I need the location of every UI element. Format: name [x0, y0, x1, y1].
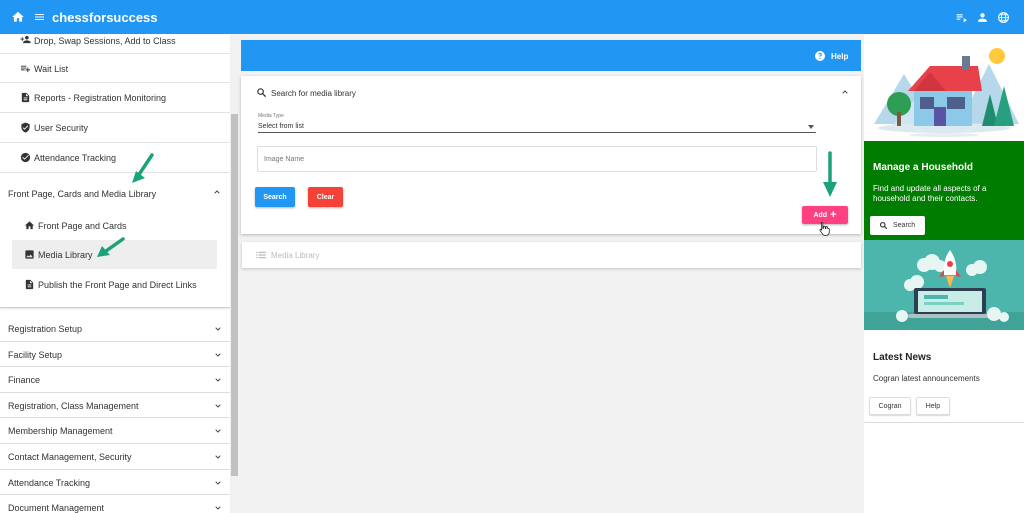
- clear-button[interactable]: Clear: [308, 187, 343, 207]
- sidebar-item-wait-list[interactable]: Wait List: [0, 53, 230, 83]
- top-app-bar: chessforsuccess: [0, 0, 1024, 34]
- sidebar-item-label: User Security: [34, 123, 89, 133]
- news-title: Latest News: [873, 352, 932, 363]
- home-icon[interactable]: [11, 10, 25, 24]
- hand-pointer-cursor-icon: [819, 222, 830, 236]
- search-icon: [257, 88, 267, 98]
- check-circle-icon: [20, 152, 31, 163]
- sidebar-item-label: Drop, Swap Sessions, Add to Class: [34, 36, 176, 46]
- menu-icon[interactable]: [33, 11, 46, 23]
- section-label: Facility Setup: [8, 349, 63, 360]
- language-globe-icon[interactable]: [997, 11, 1010, 24]
- annotation-arrow-icon: [823, 151, 837, 197]
- sidebar-item-attendance[interactable]: Attendance Tracking: [0, 143, 230, 173]
- scrollbar-thumb[interactable]: [231, 114, 238, 476]
- rocket-laptop-illustration: [864, 240, 1024, 330]
- section-label: Finance: [8, 375, 41, 386]
- news-description: Cogran latest announcements: [873, 374, 980, 383]
- playlist-icon[interactable]: [955, 11, 968, 24]
- document-icon: [25, 279, 34, 290]
- sidebar-item-reports[interactable]: Reports - Registration Monitoring: [0, 83, 230, 113]
- search-button[interactable]: Search: [255, 187, 295, 207]
- sidebar-scrollbar[interactable]: [230, 34, 239, 513]
- section-registration-setup[interactable]: Registration Setup: [0, 316, 230, 342]
- help-bar: Help: [241, 40, 861, 71]
- media-type-value: Select from list: [258, 123, 304, 130]
- section-registration-class-management[interactable]: Registration, Class Management: [0, 393, 230, 419]
- chevron-down-icon: [215, 480, 221, 485]
- plus-icon: +: [830, 209, 837, 221]
- section-label: Membership Management: [8, 426, 113, 437]
- dropdown-arrow-icon: [808, 125, 814, 129]
- sidebar-item-label: Attendance Tracking: [34, 153, 117, 163]
- add-button-label: Add: [813, 212, 828, 219]
- section-label: Attendance Tracking: [8, 477, 91, 488]
- household-description: Find and update all aspects of a househo…: [873, 184, 987, 203]
- section-contact-management-security[interactable]: Contact Management, Security: [0, 444, 230, 470]
- sidebar-item-label: Publish the Front Page and Direct Links: [38, 280, 197, 290]
- person-add-icon: [20, 35, 31, 44]
- section-facility-setup[interactable]: Facility Setup: [0, 342, 230, 368]
- media-type-label: Media Type: [258, 113, 284, 119]
- media-library-label: Media Library: [271, 251, 320, 260]
- help-label[interactable]: Help: [831, 52, 848, 61]
- manage-household-card: Manage a Household Find and update all a…: [864, 141, 1024, 240]
- house-illustration: [864, 34, 1024, 141]
- chevron-down-icon: [215, 404, 221, 408]
- right-panel: Manage a Household Find and update all a…: [864, 34, 1024, 513]
- search-icon: [879, 221, 888, 230]
- section-document-management[interactable]: Document Management: [0, 495, 230, 513]
- section-label: Registration Setup: [8, 324, 83, 334]
- search-card-title: Search for media library: [271, 89, 356, 98]
- image-icon: [25, 250, 34, 259]
- sidebar-item-publish-front-page[interactable]: Publish the Front Page and Direct Links: [12, 270, 217, 299]
- household-search-label: Search: [893, 222, 916, 229]
- section-label: Document Management: [8, 503, 105, 513]
- annotation-arrow-icon: [97, 237, 125, 257]
- account-icon[interactable]: [976, 11, 989, 24]
- section-attendance-tracking[interactable]: Attendance Tracking: [0, 470, 230, 496]
- news-cogran-button[interactable]: Cogran: [869, 397, 911, 415]
- sidebar-item-label: Reports - Registration Monitoring: [34, 93, 167, 103]
- document-icon: [21, 92, 30, 103]
- help-icon[interactable]: [814, 50, 826, 62]
- sidebar-item-label: Front Page and Cards: [38, 221, 127, 231]
- home-icon: [24, 221, 35, 230]
- shield-icon: [21, 122, 30, 133]
- household-title: Manage a Household: [873, 162, 974, 173]
- latest-news-card: Latest News Cogran latest announcements …: [864, 330, 1024, 423]
- sidebar-item-label: Media Library: [38, 250, 93, 260]
- chevron-down-icon: [215, 378, 221, 382]
- sidebar-item-user-security[interactable]: User Security: [0, 113, 230, 143]
- media-type-select[interactable]: Select from list: [258, 121, 816, 133]
- media-library-panel[interactable]: Media Library: [242, 242, 861, 268]
- app-title[interactable]: chessforsuccess: [52, 10, 158, 25]
- search-media-card: Search for media library Media Type Sele…: [241, 76, 861, 234]
- sidebar-item-label: Wait List: [34, 64, 69, 74]
- news-help-button[interactable]: Help: [916, 397, 950, 415]
- sidebar-item-drop-swap[interactable]: Drop, Swap Sessions, Add to Class: [0, 34, 230, 54]
- playlist-add-icon: [20, 65, 31, 73]
- list-icon: [256, 251, 266, 259]
- chevron-down-icon: [215, 506, 221, 510]
- sidebar: Drop, Swap Sessions, Add to Class Wait L…: [0, 34, 230, 513]
- section-label: Registration, Class Management: [8, 400, 139, 411]
- section-finance[interactable]: Finance: [0, 367, 230, 393]
- chevron-up-icon[interactable]: [213, 188, 221, 196]
- section-membership-management[interactable]: Membership Management: [0, 418, 230, 444]
- chevron-down-icon: [215, 352, 221, 357]
- section-header-front-page[interactable]: Front Page, Cards and Media Library: [8, 189, 156, 199]
- chevron-down-icon: [215, 429, 221, 434]
- chevron-down-icon: [215, 455, 221, 459]
- annotation-arrow-icon: [132, 153, 154, 183]
- section-label: Contact Management, Security: [8, 452, 132, 462]
- household-search-button[interactable]: Search: [870, 216, 925, 235]
- chevron-up-icon[interactable]: [841, 88, 849, 96]
- image-name-input[interactable]: [257, 146, 817, 172]
- chevron-down-icon: [215, 327, 221, 331]
